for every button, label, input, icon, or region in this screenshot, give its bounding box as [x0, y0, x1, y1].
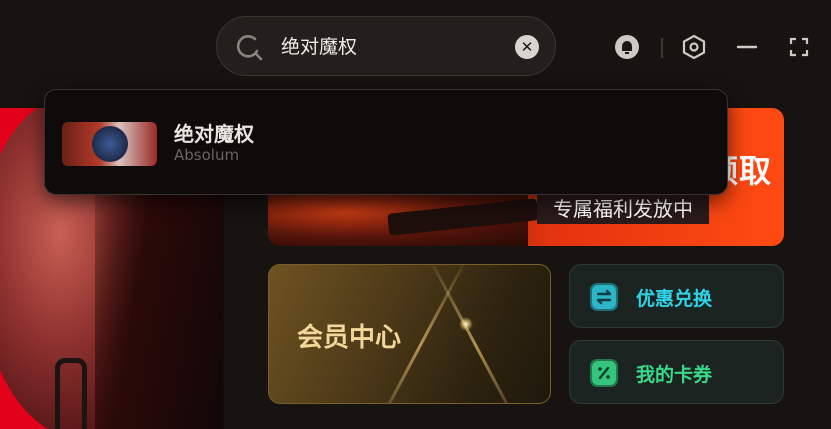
fullscreen-icon[interactable] — [786, 34, 812, 60]
notification-bell-icon[interactable] — [614, 34, 640, 60]
clear-search-button[interactable]: ✕ — [515, 35, 539, 59]
minimize-icon[interactable] — [734, 34, 760, 60]
coupon-icon — [590, 359, 618, 387]
search-bar[interactable]: 绝对魔权 ✕ — [216, 16, 556, 76]
toolbar-separator — [661, 38, 663, 58]
game-thumbnail — [62, 122, 157, 166]
member-center-card[interactable]: 会员中心 — [268, 264, 551, 404]
search-icon — [236, 35, 263, 61]
chain-decoration — [55, 358, 87, 429]
exchange-icon — [590, 283, 618, 311]
sparkle-icon — [459, 317, 473, 331]
my-coupons-label: 我的卡券 — [636, 364, 713, 386]
coupon-exchange-card[interactable]: 优惠兑换 — [569, 264, 784, 328]
my-coupons-card[interactable]: 我的卡券 — [569, 340, 784, 404]
gold-stroke — [427, 265, 524, 403]
member-center-label: 会员中心 — [297, 323, 402, 353]
banner-subtitle: 专属福利发放中 — [537, 194, 709, 224]
result-title: 绝对魔权 — [174, 122, 254, 146]
coupon-exchange-label: 优惠兑换 — [636, 288, 713, 310]
search-input[interactable]: 绝对魔权 — [281, 35, 357, 59]
settings-hex-icon[interactable] — [681, 34, 707, 60]
search-results-dropdown: 绝对魔权 Absolum — [44, 89, 728, 195]
result-subtitle: Absolum — [174, 146, 240, 164]
thumbnail-figure — [92, 126, 128, 162]
